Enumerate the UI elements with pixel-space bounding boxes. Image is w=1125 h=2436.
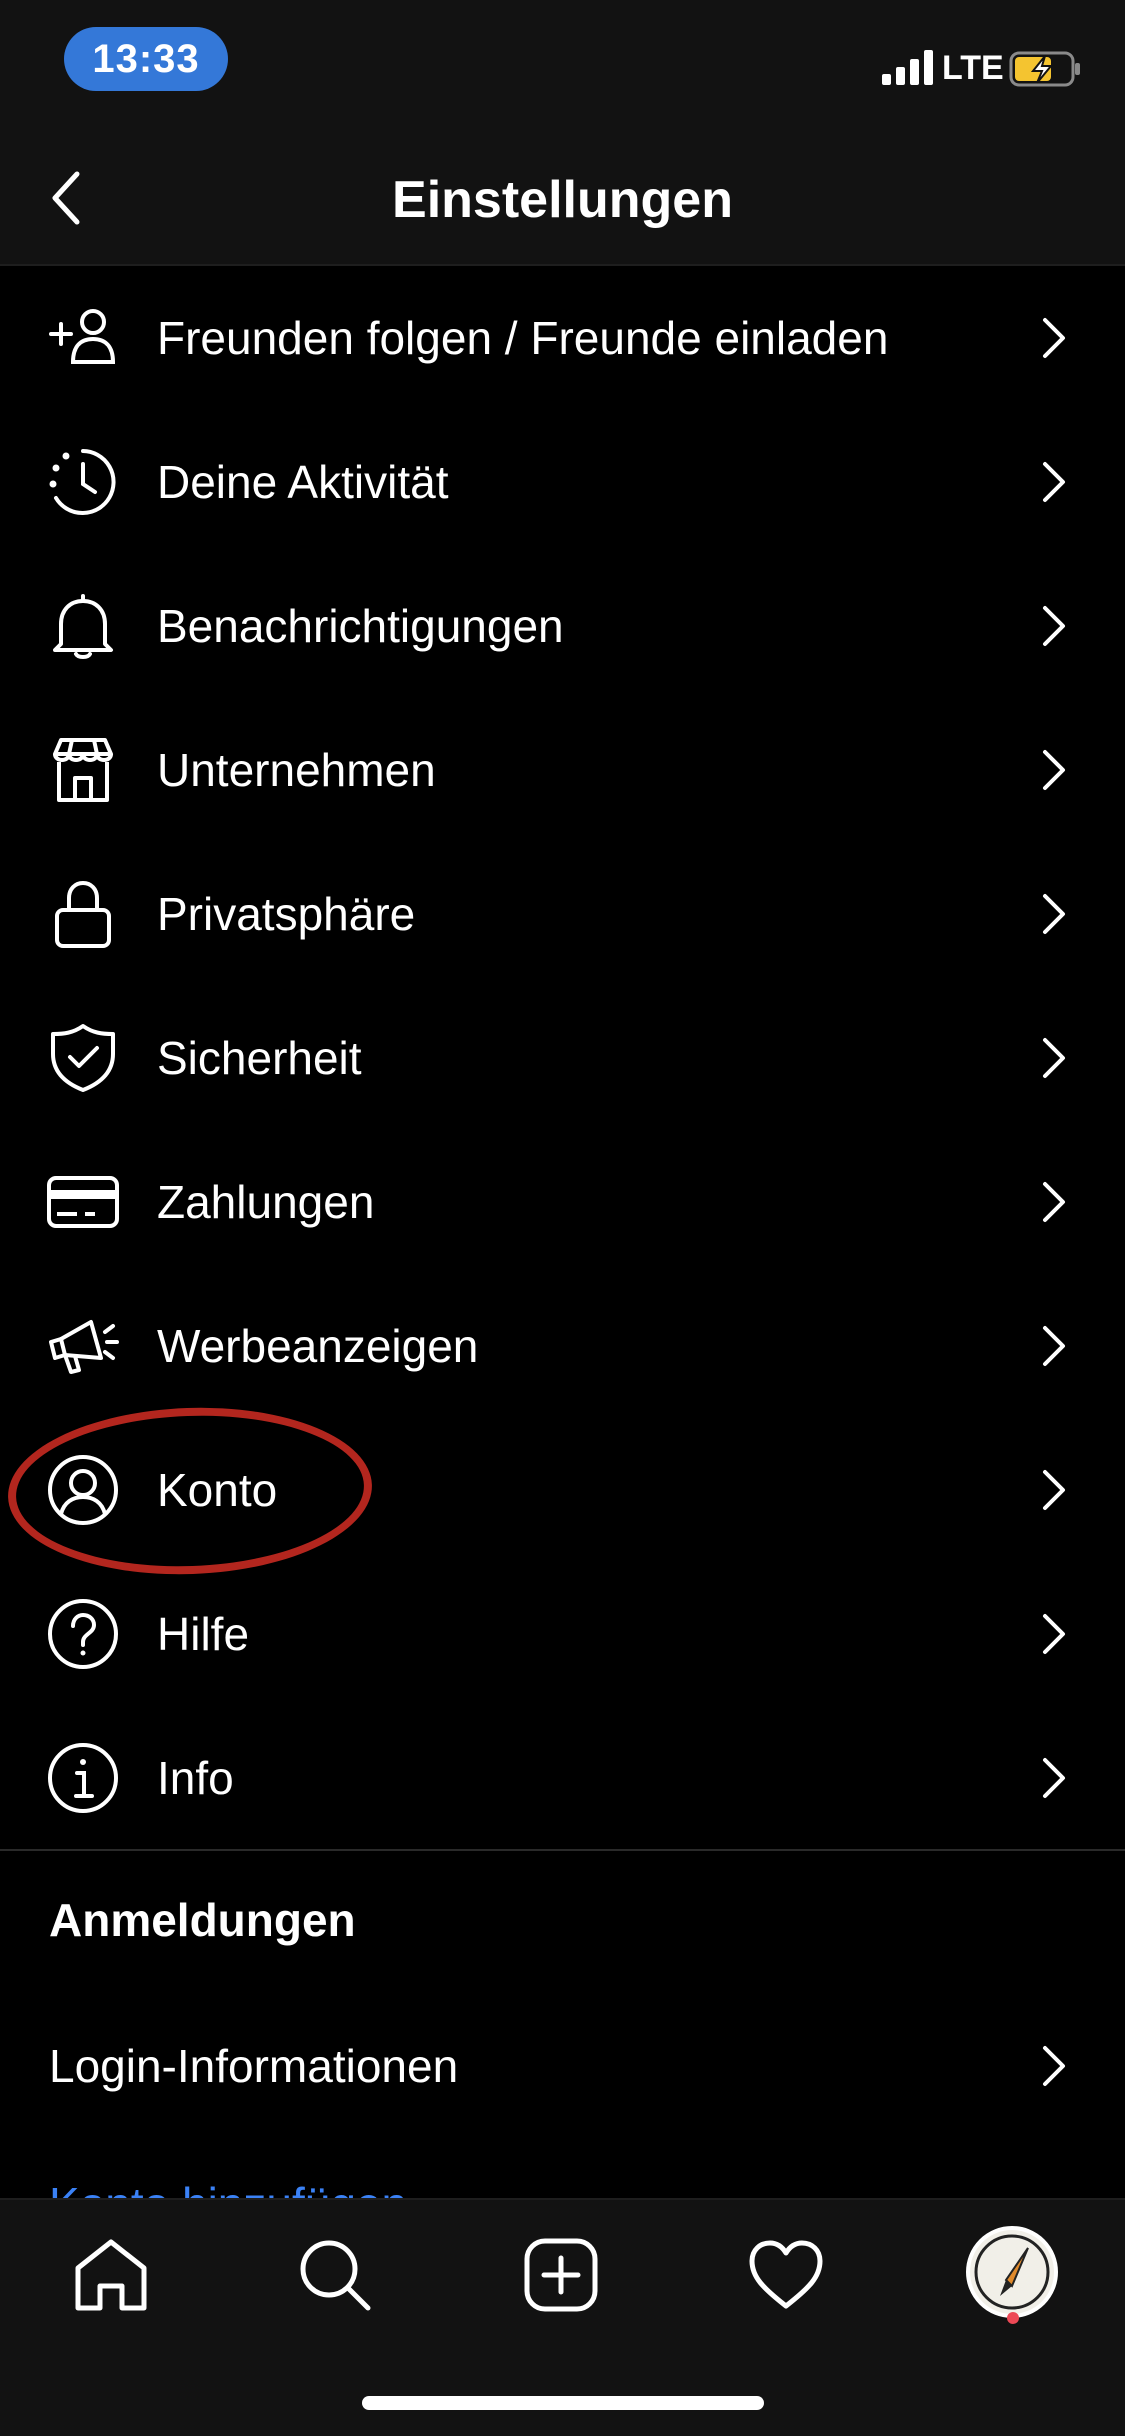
home-indicator[interactable] [362,2396,764,2410]
chevron-right-icon [1043,1470,1065,1510]
menu-item-business[interactable]: Unternehmen [0,698,1125,842]
menu-item-label: Info [157,1752,234,1804]
credit-card-icon [47,1166,119,1238]
page-title: Einstellungen [392,171,733,229]
menu-item-label: Freunden folgen / Freunde einladen [157,312,889,364]
profile-avatar-image [974,2234,1050,2310]
chevron-right-icon [1043,750,1065,790]
tab-search[interactable] [290,2230,380,2320]
megaphone-icon [47,1310,119,1382]
cellular-signal-icon [882,50,933,85]
activity-heart-icon [749,2240,823,2309]
section-heading-logins: Anmeldungen [49,1894,356,1946]
settings-menu: Freunden folgen / Freunde einladen Deine… [0,266,1125,1850]
chevron-right-icon [1043,2046,1065,2086]
help-circle-icon [47,1598,119,1670]
chevron-right-icon [1043,1182,1065,1222]
menu-item-login-information[interactable]: Login-Informationen [0,1994,1125,2138]
menu-item-label: Unternehmen [157,744,436,796]
lock-icon [47,878,119,950]
menu-item-privacy[interactable]: Privatsphäre [0,842,1125,986]
section-divider [0,1849,1125,1851]
chevron-right-icon [1043,1326,1065,1366]
menu-item-label: Benachrichtigungen [157,600,564,652]
menu-item-ads[interactable]: Werbeanzeigen [0,1274,1125,1418]
menu-item-label: Werbeanzeigen [157,1320,479,1372]
menu-item-label: Zahlungen [157,1176,375,1228]
notification-dot [1007,2312,1019,2324]
tab-profile-avatar[interactable] [966,2226,1058,2318]
chevron-right-icon [1043,1038,1065,1078]
chevron-right-icon [1043,462,1065,502]
nav-header: Einstellungen [0,130,1125,266]
home-icon [75,2239,147,2311]
chevron-right-icon [1043,894,1065,934]
status-time: 13:33 [64,27,228,91]
add-person-icon [47,302,119,374]
status-bar: 13:33 LTE [0,0,1125,130]
activity-clock-icon [47,446,119,518]
menu-item-label: Deine Aktivität [157,456,449,508]
menu-item-label: Hilfe [157,1608,250,1660]
chevron-right-icon [1043,1614,1065,1654]
battery-charging-icon [1009,51,1080,87]
new-post-icon [524,2238,598,2312]
menu-item-label: Login-Informationen [49,2040,459,2092]
shield-check-icon [47,1022,119,1094]
menu-item-help[interactable]: Hilfe [0,1562,1125,1706]
menu-item-label: Sicherheit [157,1032,362,1084]
chevron-right-icon [1043,318,1065,358]
add-account-link[interactable]: Konto hinzufügen [49,2176,407,2200]
menu-item-payments[interactable]: Zahlungen [0,1130,1125,1274]
tab-activity[interactable] [741,2230,831,2320]
chevron-right-icon [1043,1758,1065,1798]
menu-item-notifications[interactable]: Benachrichtigungen [0,554,1125,698]
menu-item-follow-invite-friends[interactable]: Freunden folgen / Freunde einladen [0,266,1125,410]
tab-new-post[interactable] [516,2230,606,2320]
menu-item-label: Privatsphäre [157,888,416,940]
info-circle-icon [47,1742,119,1814]
chevron-right-icon [1043,606,1065,646]
bell-icon [47,590,119,662]
network-type: LTE [942,49,1004,87]
tab-home[interactable] [66,2230,156,2320]
storefront-icon [47,734,119,806]
menu-item-info[interactable]: Info [0,1706,1125,1850]
menu-item-your-activity[interactable]: Deine Aktivität [0,410,1125,554]
search-icon [300,2240,371,2311]
menu-item-security[interactable]: Sicherheit [0,986,1125,1130]
